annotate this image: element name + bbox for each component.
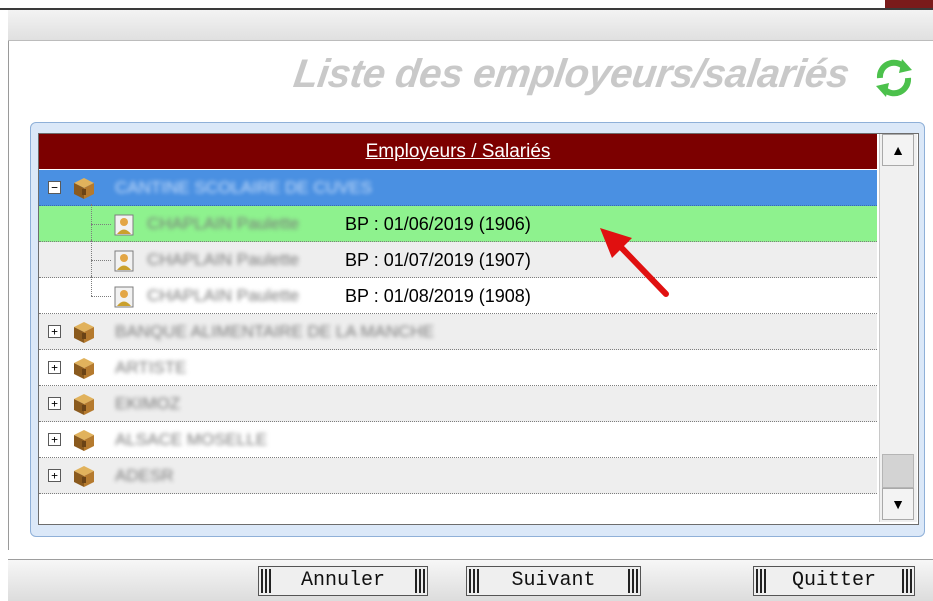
employee-name: CHAPLAIN Paulette [147,250,300,269]
scroll-down-button[interactable]: ▼ [882,488,914,520]
next-button[interactable]: Suivant [466,566,641,596]
employer-tree[interactable]: Employeurs / Salariés − CANTINE SCOLAIRE … [38,133,919,525]
building-box-icon [71,176,97,200]
person-icon [113,286,135,308]
employee-name: CHAPLAIN Paulette [147,214,300,233]
expand-icon[interactable]: + [48,469,61,482]
refresh-arrows-icon[interactable] [872,56,916,100]
building-box-icon [71,320,97,344]
employee-row[interactable]: CHAPLAIN Paulette BP : 01/06/2019 (1906) [39,204,877,242]
toolbar-band [8,10,933,41]
quit-button[interactable]: Quitter [753,566,915,596]
employer-row[interactable]: − CANTINE SCOLAIRE DE CUVES [39,170,877,206]
window-title: Liste des employeurs/salariés [291,52,853,96]
expand-icon[interactable]: + [48,397,61,410]
employer-name: ALSACE MOSELLE [115,430,268,449]
top-border-accent [885,0,933,8]
tree-connector [91,276,92,296]
employee-row[interactable]: CHAPLAIN Paulette BP : 01/07/2019 (1907) [39,240,877,278]
person-icon [113,250,135,272]
cancel-button[interactable]: Annuler [258,566,428,596]
employer-name: CANTINE SCOLAIRE DE CUVES [115,178,372,197]
scroll-up-button[interactable]: ▲ [882,134,914,166]
expand-icon[interactable]: + [48,361,61,374]
pay-period-label: BP : 01/08/2019 (1908) [345,286,531,306]
tree-connector [91,204,92,240]
building-box-icon [71,392,97,416]
employer-row[interactable]: + BANQUE ALIMENTAIRE DE LA MANCHE [39,314,877,350]
employer-name: ADESR [115,466,174,485]
red-arrow-icon [600,228,669,297]
tree-connector [91,296,111,297]
scroll-thumb[interactable] [882,454,914,488]
pay-period-label: BP : 01/06/2019 (1906) [345,214,531,234]
expand-icon[interactable]: + [48,325,61,338]
tree-connector [91,224,111,225]
building-box-icon [71,464,97,488]
employer-row[interactable]: + ALSACE MOSELLE [39,422,877,458]
tree-column-header[interactable]: Employeurs / Salariés [39,134,877,169]
employer-row[interactable]: + ARTISTE [39,350,877,386]
employee-name: CHAPLAIN Paulette [147,286,300,305]
employer-row[interactable]: + EKIMOZ [39,386,877,422]
employer-name: ARTISTE [115,358,187,377]
person-icon [113,214,135,236]
tree-connector [91,240,92,276]
top-border [0,0,933,10]
building-box-icon [71,428,97,452]
employee-row[interactable]: CHAPLAIN Paulette BP : 01/08/2019 (1908) [39,276,877,314]
pay-period-label: BP : 01/07/2019 (1907) [345,250,531,270]
building-box-icon [71,356,97,380]
tree-connector [91,260,111,261]
employer-name: EKIMOZ [115,394,181,413]
expand-icon[interactable]: + [48,433,61,446]
employer-row[interactable]: + ADESR [39,458,877,494]
vertical-scrollbar[interactable]: ▲ ▼ [879,134,917,522]
employer-name: BANQUE ALIMENTAIRE DE LA MANCHE [115,322,434,341]
collapse-icon[interactable]: − [48,181,61,194]
